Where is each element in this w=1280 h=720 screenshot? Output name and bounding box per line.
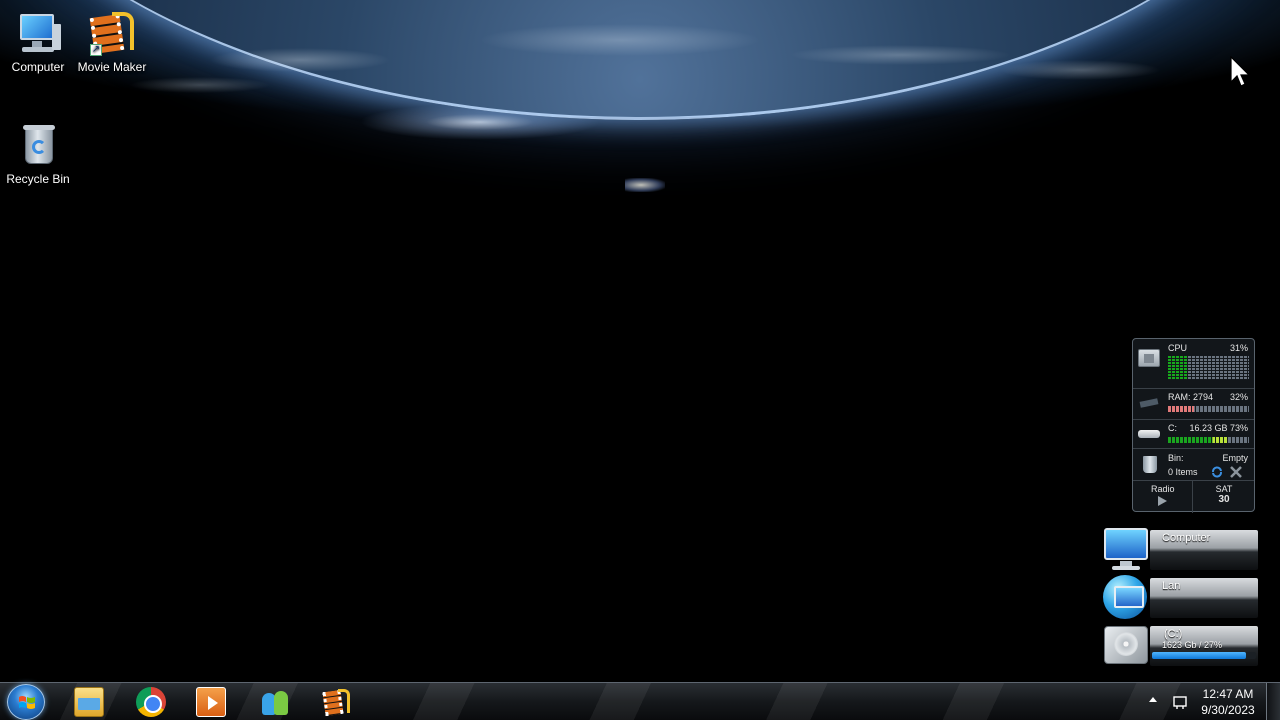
google-chrome-icon xyxy=(136,687,166,717)
tile-title: Computer xyxy=(1162,532,1211,544)
desktop-icon-label: Movie Maker xyxy=(77,60,147,74)
tile-title: (C:) xyxy=(1164,628,1183,640)
cpu-chip-icon xyxy=(1138,349,1160,367)
movie-maker-icon: ↗ xyxy=(88,10,136,58)
desktop-wallpaper[interactable] xyxy=(0,0,1280,682)
desktop-icon-recycle-bin[interactable]: Recycle Bin xyxy=(0,122,76,186)
taskbar: 12:47 AM 9/30/2023 xyxy=(0,682,1280,720)
desktop-icon-label: Recycle Bin xyxy=(6,172,70,186)
media-player-icon xyxy=(196,687,226,717)
bin-item-count: 0 Items xyxy=(1168,467,1198,477)
drive-usage-bar xyxy=(1152,652,1256,659)
earth-clouds xyxy=(0,0,1280,110)
ram-usage-bar xyxy=(1168,406,1249,412)
show-hidden-icons-chevron-up-icon[interactable] xyxy=(1149,697,1157,702)
movie-maker-icon xyxy=(322,687,352,717)
disk-label: C: xyxy=(1168,423,1177,433)
desktop-icon-computer[interactable]: Computer xyxy=(0,10,76,74)
ram-meter: RAM: 2794 32% xyxy=(1133,389,1254,420)
mouse-cursor-icon xyxy=(1230,56,1250,87)
refresh-icon[interactable] xyxy=(1211,466,1223,478)
taskbar-chrome-button[interactable] xyxy=(128,685,174,719)
cpu-meter: CPU 31% xyxy=(1133,339,1254,389)
taskbar-media-player-button[interactable] xyxy=(188,685,234,719)
computer-icon xyxy=(14,10,62,58)
disk-value: 16.23 GB 73% xyxy=(1189,423,1248,433)
network-globe-icon xyxy=(1102,574,1150,620)
cpu-usage-bars xyxy=(1168,356,1249,380)
monitor-icon xyxy=(1102,526,1150,572)
show-desktop-button[interactable] xyxy=(1266,683,1280,720)
recycle-bin-icon xyxy=(1138,455,1160,473)
cpu-percent: 31% xyxy=(1229,343,1248,353)
windows-explorer-icon xyxy=(74,687,104,717)
windows-logo-icon xyxy=(19,696,35,709)
tile-lan[interactable]: Lan xyxy=(1102,574,1260,620)
ram-stick-icon xyxy=(1138,394,1160,412)
tile-drive-c[interactable]: (C:) 1623 Gb / 27% xyxy=(1102,622,1260,668)
taskbar-explorer-button[interactable] xyxy=(66,685,112,719)
close-icon[interactable] xyxy=(1229,465,1243,479)
clock-date: 9/30/2023 xyxy=(1201,703,1255,717)
clock-time: 12:47 AM xyxy=(1202,687,1254,701)
system-monitor-gadget[interactable]: CPU 31% RAM: 2794 32% C: 16.23 GB 73% Bi… xyxy=(1132,338,1255,513)
taskbar-movie-maker-button[interactable] xyxy=(314,685,360,719)
spacecraft-light xyxy=(625,178,665,192)
radio-label: Radio xyxy=(1151,484,1175,494)
bin-label: Bin: xyxy=(1168,453,1184,463)
ram-label: RAM: 2794 xyxy=(1168,392,1214,402)
hard-drive-icon xyxy=(1102,622,1150,668)
taskbar-messenger-button[interactable] xyxy=(252,685,298,719)
start-button[interactable] xyxy=(7,684,45,720)
action-center-flag-icon[interactable] xyxy=(1172,694,1188,710)
empty-bin-button[interactable]: Empty xyxy=(1222,453,1248,463)
system-clock[interactable]: 12:47 AM 9/30/2023 xyxy=(1196,686,1260,718)
day-label: SAT xyxy=(1215,484,1233,494)
desktop-icon-label: Computer xyxy=(11,60,65,74)
ram-percent: 32% xyxy=(1229,392,1248,402)
messenger-icon xyxy=(260,687,290,717)
day-number: 30 xyxy=(1218,494,1230,505)
play-icon[interactable] xyxy=(1158,496,1167,506)
recycle-bin-icon xyxy=(14,122,62,170)
desktop-icon-movie-maker[interactable]: ↗ Movie Maker xyxy=(74,10,150,74)
radio-widget[interactable]: Radio xyxy=(1133,481,1193,513)
disk-usage-bar xyxy=(1168,437,1249,443)
drive-usage-text: 1623 Gb / 27% xyxy=(1162,640,1223,650)
tile-computer[interactable]: Computer xyxy=(1102,526,1260,572)
tile-title: Lan xyxy=(1162,580,1181,592)
disk-meter: C: 16.23 GB 73% xyxy=(1133,420,1254,449)
recycle-bin-meter: Bin: Empty 0 Items xyxy=(1133,449,1254,481)
cpu-label: CPU xyxy=(1168,343,1188,353)
hard-drive-icon xyxy=(1138,424,1160,442)
calendar-widget: SAT 30 xyxy=(1194,481,1254,513)
